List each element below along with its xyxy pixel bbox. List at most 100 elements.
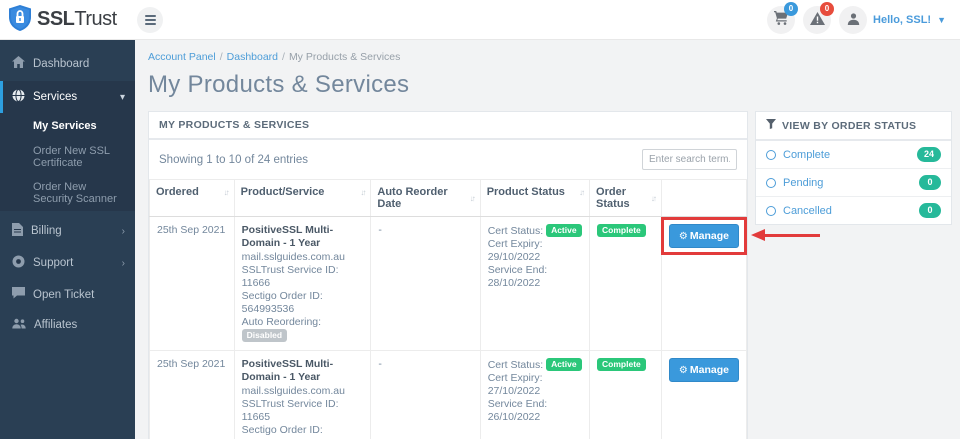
cart-button[interactable]: 0 — [767, 1, 799, 34]
filter-cancelled[interactable]: Cancelled 0 — [756, 197, 951, 224]
product-name: PositiveSSL Multi-Domain - 1 Year — [241, 358, 334, 383]
breadcrumb-current: My Products & Services — [288, 51, 401, 63]
product-domain: mail.sslguides.com.au — [241, 251, 345, 263]
breadcrumb-account-panel[interactable]: Account Panel — [148, 51, 216, 63]
ordered-cell: 25th Sep 2021 — [149, 350, 235, 439]
chevron-right-icon: › — [121, 257, 125, 269]
col-header-actions — [660, 179, 748, 217]
cert-status-label: Cert Status: — [487, 359, 544, 371]
filter-complete[interactable]: Complete 24 — [756, 141, 951, 169]
cert-expiry: Cert Expiry: 29/10/2022 — [487, 238, 543, 263]
chevron-down-icon: ▼ — [937, 14, 946, 25]
service-end: Service End: 28/10/2022 — [487, 264, 548, 289]
circle-icon — [766, 205, 776, 216]
product-name: PositiveSSL Multi-Domain - 1 Year — [241, 224, 334, 249]
sectigo-order-id: Sectigo Order ID: 564993536 — [241, 290, 323, 315]
sidebar-item-support[interactable]: Support › — [0, 247, 135, 279]
sort-icon: ↓↑ — [579, 187, 585, 197]
order-status-panel: VIEW BY ORDER STATUS Complete 24 Pending… — [755, 111, 952, 225]
sidebar: Dashboard Services ▾ My Services Order N… — [0, 40, 135, 439]
sort-icon: ↓↑ — [223, 187, 230, 197]
filter-icon — [766, 119, 776, 132]
user-menu[interactable]: Hello, SSL! ▼ — [839, 5, 946, 34]
globe-icon — [12, 89, 25, 105]
sectigo-order-id: Sectigo Order ID: 563774450 — [241, 424, 323, 439]
col-header-order-status[interactable]: Order Status ↓↑ — [589, 179, 662, 217]
circle-icon — [766, 149, 776, 160]
count-badge: 0 — [919, 175, 941, 190]
breadcrumb-dashboard[interactable]: Dashboard — [227, 51, 278, 63]
home-icon — [12, 56, 25, 71]
sidebar-subitem-order-ssl[interactable]: Order New SSL Certificate — [0, 139, 135, 175]
service-id: SSLTrust Service ID: 11665 — [241, 398, 339, 423]
product-status-cell: Cert Status: Active Cert Expiry: 29/10/2… — [479, 216, 591, 351]
product-domain: mail.sslguides.com.au — [241, 385, 345, 397]
circle-icon — [766, 177, 776, 188]
sidebar-item-open-ticket[interactable]: Open Ticket — [0, 279, 135, 310]
product-status-cell: Cert Status: Active Cert Expiry: 27/10/2… — [479, 350, 591, 439]
order-status-panel-title: VIEW BY ORDER STATUS — [782, 119, 917, 132]
col-header-auto-reorder-date[interactable]: Auto Reorder Date ↓↑ — [370, 179, 481, 217]
users-icon — [12, 318, 26, 332]
chevron-right-icon: › — [121, 225, 125, 237]
table-row: 25th Sep 2021 PositiveSSL Multi-Domain -… — [149, 216, 820, 351]
order-status-badge: Complete — [597, 224, 646, 237]
shield-lock-icon — [9, 5, 31, 34]
actions-cell: ⚙ Manage — [660, 350, 748, 439]
col-header-product-service[interactable]: Product/Service ↓↑ — [233, 179, 372, 217]
product-cell: PositiveSSL Multi-Domain - 1 Year mail.s… — [233, 216, 372, 351]
cert-expiry: Cert Expiry: 27/10/2022 — [487, 372, 543, 397]
reorder-date-cell: - — [370, 216, 481, 351]
sidebar-subitem-my-services[interactable]: My Services — [0, 113, 135, 139]
user-avatar-icon — [847, 12, 860, 28]
sidebar-item-affiliates[interactable]: Affiliates — [0, 310, 135, 340]
user-greeting: Hello, SSL! — [873, 13, 932, 26]
table-header-row: Ordered ↓↑ Product/Service ↓↑ Auto Reorder… — [149, 179, 748, 217]
breadcrumb: Account Panel / Dashboard / My Products & Se… — [148, 51, 401, 63]
gear-icon: ⚙ — [678, 364, 688, 376]
ordered-cell: 25th Sep 2021 — [149, 216, 235, 351]
actions-cell: ⚙ Manage — [660, 216, 820, 351]
sidebar-item-dashboard[interactable]: Dashboard — [0, 48, 135, 79]
brand-logo[interactable]: SSLTrust — [0, 5, 135, 34]
gear-icon: ⚙ — [678, 230, 688, 242]
count-badge: 0 — [919, 203, 941, 218]
services-table: Ordered ↓↑ Product/Service ↓↑ Auto Reorder… — [149, 179, 820, 439]
cert-status-label: Cert Status: — [487, 225, 544, 237]
alerts-button[interactable]: 0 — [803, 1, 835, 34]
cert-status-badge: Active — [546, 224, 582, 237]
showing-entries-text: Showing 1 to 10 of 24 entries — [159, 153, 308, 166]
comment-icon — [12, 287, 25, 302]
sort-icon: ↓↑ — [360, 187, 366, 197]
chevron-down-icon: ▾ — [119, 91, 125, 103]
annotation-arrow-icon — [750, 229, 765, 241]
order-status-cell: Complete — [589, 216, 662, 351]
sidebar-item-services[interactable]: Services ▾ — [0, 81, 135, 113]
auto-reordering-label: Auto Reordering: — [241, 316, 322, 328]
manage-button[interactable]: ⚙ Manage — [668, 224, 739, 248]
product-cell: PositiveSSL Multi-Domain - 1 Year mail.s… — [233, 350, 372, 439]
col-header-product-status[interactable]: Product Status ↓↑ — [479, 179, 591, 217]
filter-pending[interactable]: Pending 0 — [756, 169, 951, 197]
service-id: SSLTrust Service ID: 11666 — [241, 264, 339, 289]
cert-status-badge: Active — [546, 358, 582, 371]
order-status-badge: Complete — [597, 358, 646, 371]
table-row: 25th Sep 2021 PositiveSSL Multi-Domain -… — [149, 350, 748, 439]
top-nav: SSLTrust 0 0 Hello, SSL! ▼ — [0, 0, 960, 40]
manage-button[interactable]: ⚙ Manage — [668, 358, 739, 382]
service-end: Service End: 26/10/2022 — [487, 398, 548, 423]
col-header-ordered[interactable]: Ordered ↓↑ — [149, 179, 235, 217]
count-badge: 24 — [916, 147, 941, 162]
auto-reordering-badge: Disabled — [241, 329, 288, 342]
life-ring-icon — [12, 255, 25, 271]
cart-count-badge: 0 — [784, 1, 799, 16]
alerts-count-badge: 0 — [820, 1, 835, 16]
search-input[interactable] — [642, 149, 737, 170]
sort-icon: ↓↑ — [469, 193, 476, 203]
file-icon — [12, 223, 23, 239]
sidebar-toggle-button[interactable] — [137, 6, 163, 33]
sidebar-item-billing[interactable]: Billing › — [0, 215, 135, 247]
sidebar-subitem-order-scanner[interactable]: Order New Security Scanner — [0, 175, 135, 211]
order-status-cell: Complete — [589, 350, 662, 439]
sort-icon: ↓↑ — [650, 193, 657, 203]
